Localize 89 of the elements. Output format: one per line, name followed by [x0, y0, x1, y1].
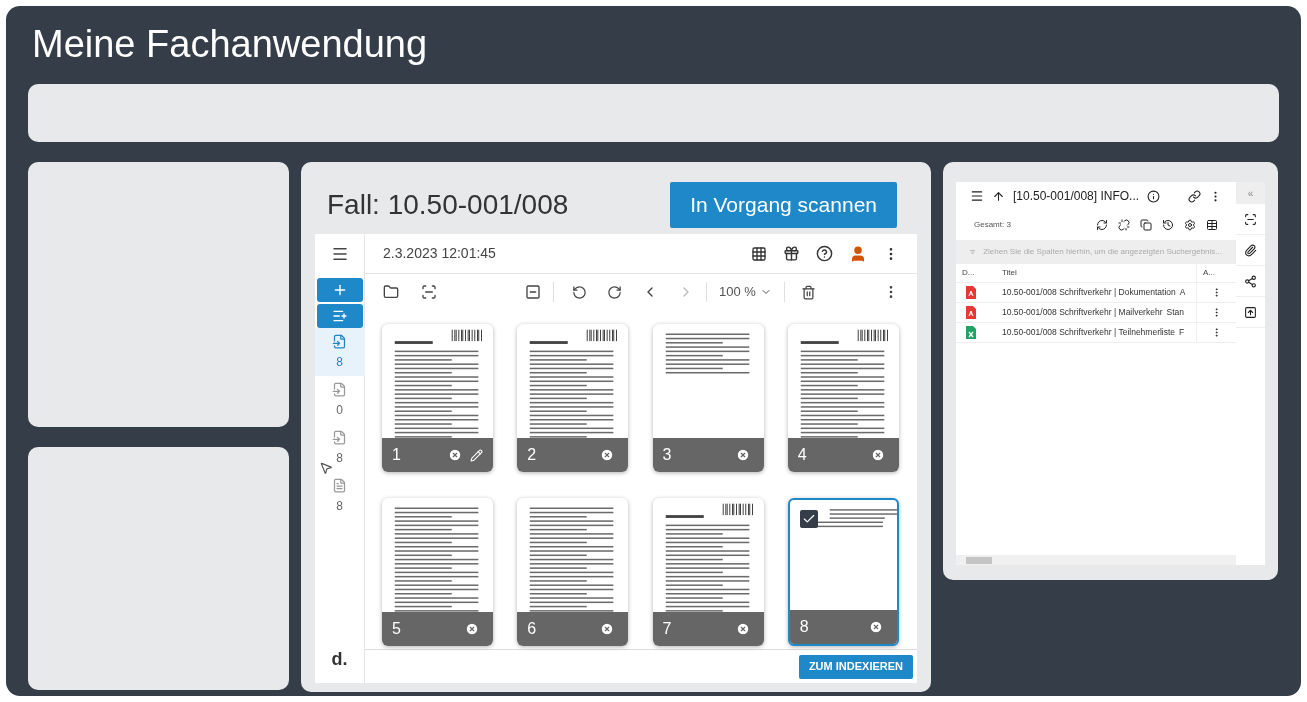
table-cell: A: [1179, 286, 1186, 299]
zoom-dropdown[interactable]: 100 %: [719, 282, 772, 302]
page-number: 7: [662, 618, 672, 639]
attachment-icon: [1244, 243, 1257, 257]
case-title: Fall: 10.50-001/008: [327, 188, 569, 222]
deselect-icon[interactable]: [525, 284, 541, 300]
help-icon[interactable]: [816, 245, 833, 262]
page-number: 6: [527, 618, 537, 639]
column-header[interactable]: Titel: [1002, 267, 1196, 279]
page-number: 3: [662, 445, 672, 465]
side-tab[interactable]: [1236, 204, 1265, 235]
link-icon[interactable]: [1188, 189, 1201, 203]
apps-grid-icon[interactable]: [751, 245, 767, 262]
app-title: Meine Fachanwendung: [32, 22, 429, 67]
checkbox[interactable]: [799, 509, 818, 528]
scanner-icon[interactable]: [421, 284, 437, 300]
page-card[interactable]: 3: [652, 324, 764, 472]
remove-icon[interactable]: [600, 448, 615, 462]
user-icon[interactable]: [849, 244, 867, 263]
refresh-icon[interactable]: [1096, 219, 1108, 231]
file-import-icon: [332, 381, 347, 397]
pdf-file-icon: [966, 306, 976, 319]
page-number: 5: [392, 618, 401, 639]
pdf-file-icon: [966, 286, 976, 299]
page-card[interactable]: 7: [652, 497, 764, 646]
table-cell: F: [1179, 326, 1185, 339]
remove-icon[interactable]: [735, 448, 750, 462]
results-title: [10.50-001/008] INFO...: [1013, 188, 1140, 205]
gift-icon[interactable]: [783, 245, 800, 262]
copy-icon[interactable]: [1140, 219, 1152, 231]
unlink-icon[interactable]: [1118, 219, 1130, 231]
remove-icon[interactable]: [465, 621, 479, 636]
history-icon[interactable]: [1162, 219, 1174, 231]
side-tab[interactable]: [1236, 266, 1265, 297]
side-tab[interactable]: [1236, 235, 1265, 266]
menu-icon[interactable]: [330, 245, 349, 263]
info-icon[interactable]: [1147, 189, 1161, 203]
remove-icon[interactable]: [600, 621, 615, 636]
file-import-icon: [332, 333, 347, 349]
share-icon: [1244, 274, 1257, 288]
rotate-left-icon[interactable]: [572, 284, 587, 300]
page-number: 8: [799, 616, 809, 637]
rail-item[interactable]: 8: [314, 328, 365, 376]
page-card[interactable]: 4: [787, 324, 899, 472]
total-count: Gesamt: 3: [974, 219, 1011, 231]
collapse-button[interactable]: «: [1236, 182, 1265, 204]
menu-icon[interactable]: [970, 189, 984, 203]
delete-icon[interactable]: [800, 284, 816, 300]
rotate-right-icon[interactable]: [607, 284, 622, 300]
page-card[interactable]: 1: [382, 324, 493, 472]
group-icon: [970, 247, 976, 257]
document-icon: [332, 477, 347, 493]
page-card[interactable]: 2: [517, 324, 629, 472]
list-add-icon: [331, 308, 348, 324]
table-icon[interactable]: [1206, 219, 1218, 231]
rail-item[interactable]: 0: [314, 376, 365, 424]
table-cell: 10.50-001/008 Schriftverkehr | Dokumentation: [1002, 286, 1176, 299]
table-cell: Stan: [1166, 306, 1184, 319]
page-number: 1: [392, 445, 401, 465]
spreadsheet-file-icon: [966, 326, 976, 339]
table-cell: 10.50-001/008 Schriftverkehr | Teilnehmerliste: [1002, 326, 1176, 339]
file-import-icon: [332, 429, 347, 445]
side-tab[interactable]: [1236, 297, 1265, 328]
logo: d.: [331, 648, 348, 671]
add-button[interactable]: [316, 278, 363, 302]
timestamp: 2.3.2023 12:01:45: [383, 244, 496, 263]
page-card[interactable]: 5: [382, 497, 493, 646]
mouse-pointer-icon: [319, 460, 333, 476]
index-button[interactable]: ZUM INDEXIEREN: [798, 654, 913, 679]
column-header[interactable]: D...: [956, 267, 1002, 279]
add-list-button[interactable]: [316, 304, 363, 328]
settings-icon[interactable]: [1184, 219, 1196, 231]
upload-icon: [1244, 305, 1257, 319]
remove-icon[interactable]: [868, 619, 883, 634]
table-cell: 10.50-001/008 Schriftverkehr | Mailverkehr: [1002, 306, 1163, 319]
page-number: 2: [527, 445, 537, 465]
scan-button[interactable]: In Vorgang scannen: [670, 182, 897, 228]
rail-item[interactable]: 8: [314, 472, 365, 520]
page-card[interactable]: 6: [517, 497, 629, 646]
folder-icon[interactable]: [383, 284, 399, 300]
remove-icon[interactable]: [448, 448, 462, 462]
page-card[interactable]: 8: [787, 497, 899, 646]
remove-icon[interactable]: [870, 448, 885, 462]
up-arrow-icon[interactable]: [992, 189, 1005, 203]
page-number: 4: [797, 445, 807, 465]
rail-item[interactable]: 8: [314, 424, 365, 472]
edit-icon[interactable]: [470, 448, 483, 462]
horizontal-scrollbar[interactable]: [956, 555, 1236, 565]
remove-icon[interactable]: [735, 621, 750, 636]
